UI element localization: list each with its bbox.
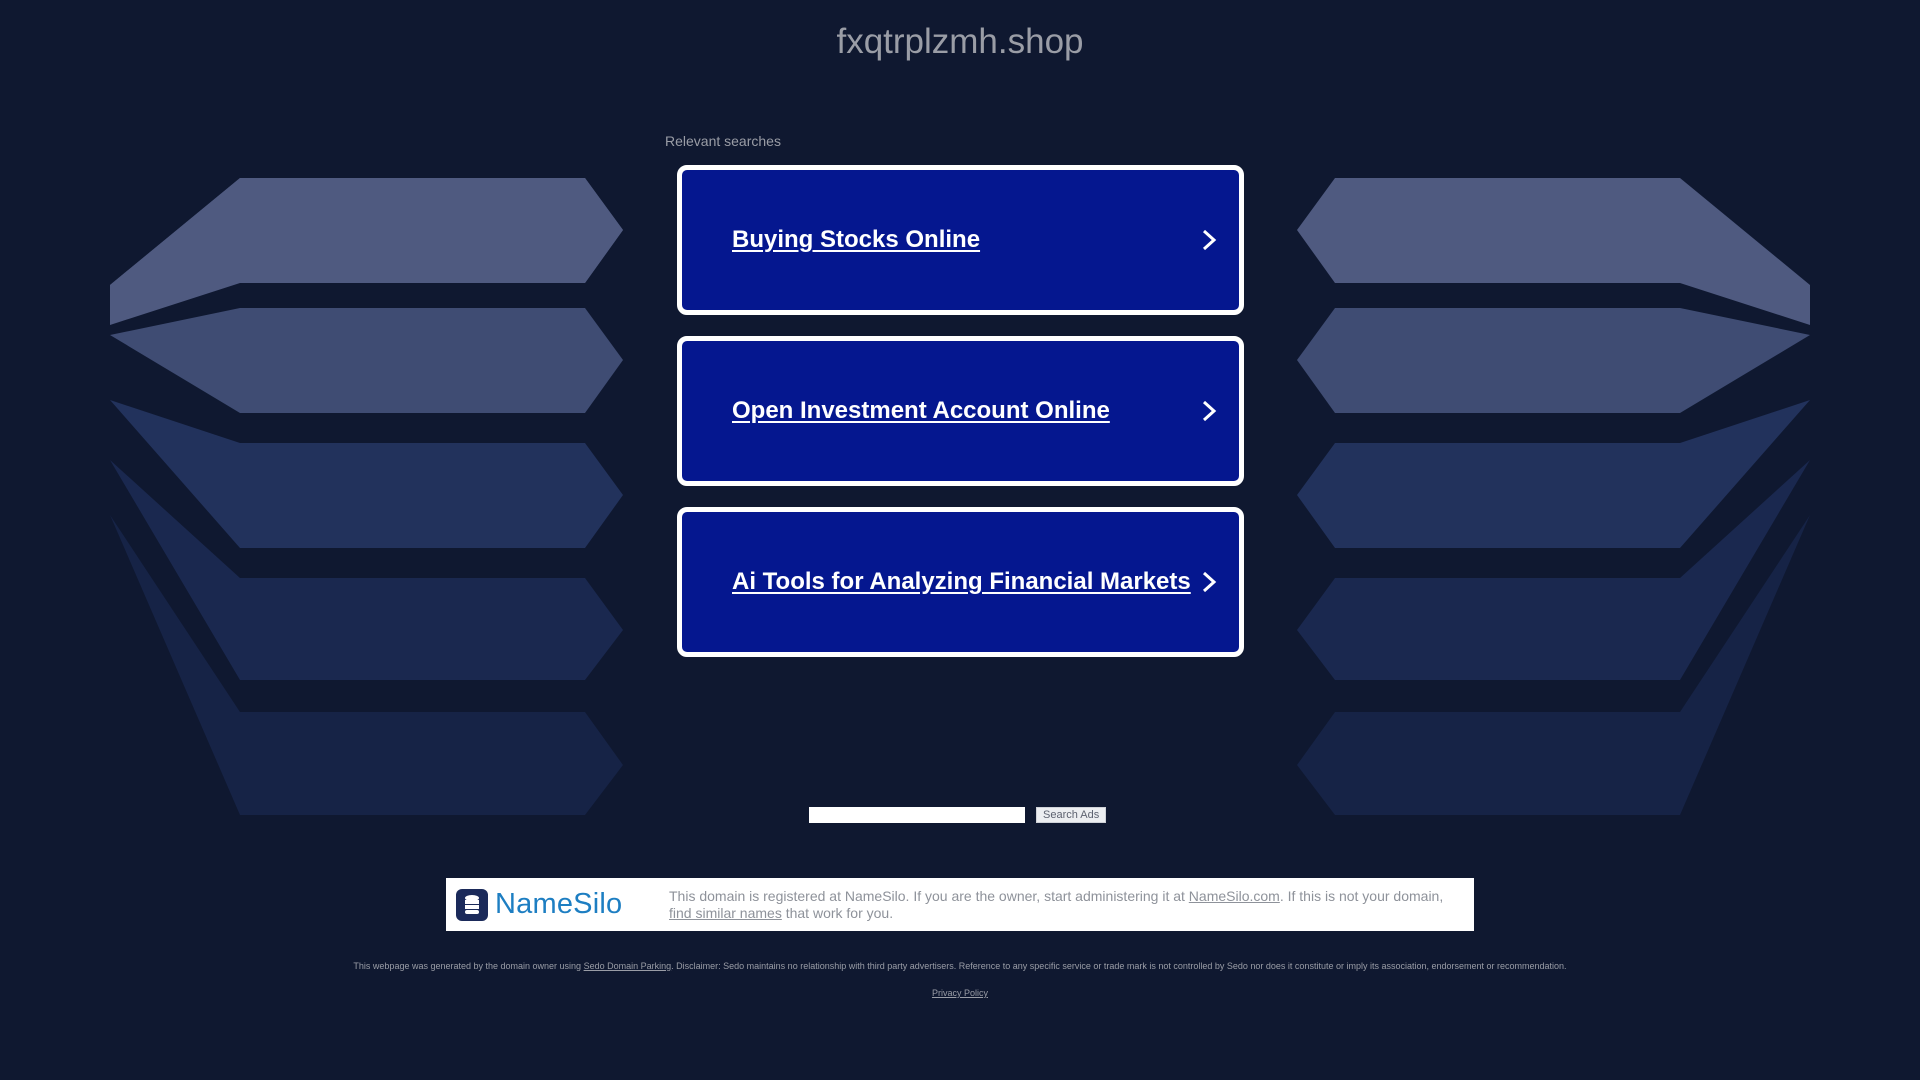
search-ads-button[interactable]: Search Ads	[1036, 807, 1107, 823]
registrar-text-before: This domain is registered at NameSilo. I…	[669, 887, 1189, 904]
privacy-footer: Privacy Policy	[0, 988, 1920, 998]
privacy-policy-link[interactable]: Privacy Policy	[932, 988, 988, 998]
domain-title: fxqtrplzmh.shop	[836, 22, 1084, 61]
disclaimer-prefix: This webpage was generated by the domain…	[353, 961, 584, 971]
registrar-banner: NameSilo This domain is registered at Na…	[446, 878, 1474, 931]
chevron-right-icon	[1202, 229, 1217, 251]
chevron-right-icon	[1202, 400, 1217, 422]
find-similar-names-link[interactable]: find similar names	[669, 905, 782, 921]
search-result-card-3[interactable]: Ai Tools for Analyzing Financial Markets	[677, 507, 1244, 657]
disclaimer: This webpage was generated by the domain…	[0, 961, 1920, 971]
namesilo-logo[interactable]: NameSilo	[456, 888, 656, 921]
registrar-text-middle: . If this is not your domain,	[1279, 887, 1444, 904]
chevron-right-icon	[1202, 571, 1217, 593]
ad-search-form: Search Ads	[809, 807, 1107, 823]
disclaimer-suffix: . Disclaimer: Sedo maintains no relation…	[671, 961, 1567, 971]
search-result-card-2[interactable]: Open Investment Account Online	[677, 336, 1244, 486]
search-result-link[interactable]: Buying Stocks Online	[732, 226, 980, 254]
sedo-domain-parking-link[interactable]: Sedo Domain Parking	[584, 961, 672, 971]
database-icon	[456, 888, 488, 921]
namesilo-link[interactable]: NameSilo.com	[1189, 888, 1280, 904]
registrar-message: This domain is registered at NameSilo. I…	[669, 888, 1469, 922]
namesilo-logo-text: NameSilo	[495, 888, 623, 920]
search-result-link[interactable]: Ai Tools for Analyzing Financial Markets	[732, 568, 1191, 596]
relevant-searches-label: Relevant searches	[665, 133, 781, 149]
search-input[interactable]	[809, 807, 1025, 823]
search-result-card-1[interactable]: Buying Stocks Online	[677, 165, 1244, 315]
registrar-text-after: that work for you.	[781, 904, 894, 921]
search-result-link[interactable]: Open Investment Account Online	[732, 397, 1110, 425]
